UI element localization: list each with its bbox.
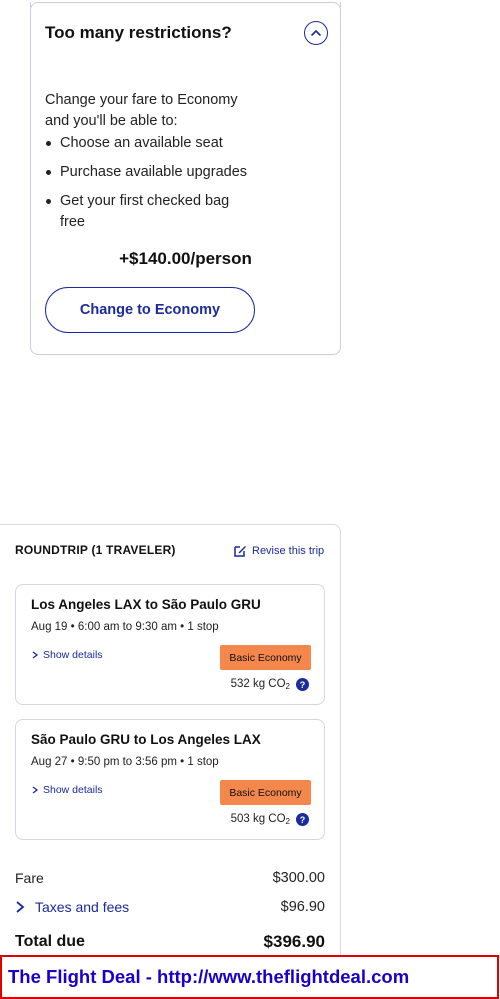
show-details-label: Show details (43, 649, 103, 661)
taxes-value: $96.90 (280, 899, 325, 915)
chevron-right-icon (16, 901, 25, 913)
collapse-button[interactable] (304, 21, 328, 45)
total-value: $396.90 (263, 932, 325, 951)
taxes-toggle[interactable]: Taxes and fees (15, 899, 129, 915)
co2-emissions: 532 kg CO2 ? (231, 678, 309, 691)
flight-meta: Aug 27 • 9:50 pm to 3:56 pm • 1 stop (31, 756, 219, 768)
upsell-card: Too many restrictions? Change your fare … (30, 2, 341, 355)
fare-class-badge: Basic Economy (220, 645, 311, 670)
flight-segment-outbound: Los Angeles LAX to São Paulo GRU Aug 19 … (15, 584, 325, 705)
flight-meta: Aug 19 • 6:00 am to 9:30 am • 1 stop (31, 621, 219, 633)
trip-summary-card: ROUNDTRIP (1 TRAVELER) Revise this trip … (0, 524, 341, 999)
taxes-row: Taxes and fees $96.90 (15, 899, 325, 915)
upsell-price: +$140.00/person (119, 249, 252, 268)
taxes-label: Taxes and fees (35, 899, 130, 915)
help-icon[interactable]: ? (296, 813, 309, 826)
benefit-item: Purchase available upgrades (45, 162, 275, 183)
chevron-right-icon (32, 651, 39, 659)
chevron-right-icon (32, 786, 39, 794)
revise-trip-link[interactable]: Revise this trip (233, 544, 324, 558)
fare-row: Fare $300.00 (15, 870, 325, 886)
flight-route: São Paulo GRU to Los Angeles LAX (31, 732, 261, 747)
trip-title: ROUNDTRIP (1 TRAVELER) (15, 543, 176, 557)
show-details-link[interactable]: Show details (31, 784, 103, 796)
benefit-label: Purchase available upgrades (60, 164, 248, 180)
help-icon[interactable]: ? (296, 678, 309, 691)
benefit-item: Choose an available seat (45, 133, 275, 154)
flight-segment-return: São Paulo GRU to Los Angeles LAX Aug 27 … (15, 719, 325, 840)
co2-emissions: 503 kg CO2 ? (231, 813, 309, 826)
change-to-economy-button[interactable]: Change to Economy (45, 287, 255, 333)
revise-trip-label: Revise this trip (252, 545, 325, 557)
chevron-up-icon (311, 30, 321, 36)
total-label: Total due (15, 933, 85, 950)
fare-class-badge: Basic Economy (220, 780, 311, 805)
benefit-list: Choose an available seat Purchase availa… (45, 133, 275, 241)
co2-value: 503 kg CO2 (230, 813, 290, 826)
benefit-item: Get your first checked bag free (45, 191, 245, 233)
upsell-title: Too many restrictions? (45, 23, 232, 42)
edit-icon (234, 546, 246, 557)
watermark-banner: The Flight Deal - http://www.theflightde… (0, 955, 499, 999)
watermark-text: The Flight Deal - http://www.theflightde… (8, 966, 410, 987)
fare-label: Fare (15, 870, 44, 886)
upsell-intro: Change your fare to Economy and you'll b… (45, 92, 238, 129)
flight-route: Los Angeles LAX to São Paulo GRU (31, 597, 261, 612)
co2-value: 532 kg CO2 (230, 678, 290, 691)
show-details-link[interactable]: Show details (31, 649, 103, 661)
benefit-label: Get your first checked bag free (60, 193, 230, 230)
show-details-label: Show details (43, 784, 103, 796)
total-row: Total due $396.90 (15, 932, 325, 952)
fare-value: $300.00 (272, 870, 325, 886)
benefit-label: Choose an available seat (60, 135, 223, 151)
